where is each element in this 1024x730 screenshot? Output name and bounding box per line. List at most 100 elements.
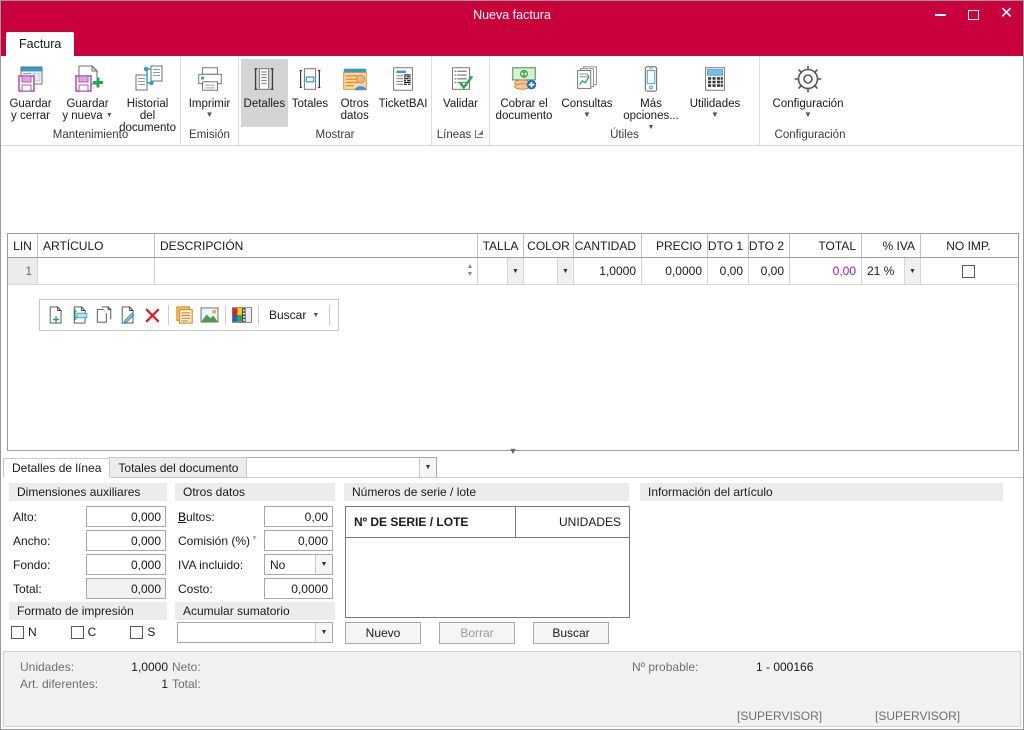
tab-detalles-de-linea[interactable]: Detalles de línea <box>3 458 111 478</box>
button-detalles[interactable]: Detalles <box>241 59 288 127</box>
fondo-value: 0,000 <box>130 557 161 572</box>
button-otros-datos[interactable]: Otros datos <box>332 59 377 127</box>
colors-icon[interactable] <box>230 302 254 328</box>
acumular-sumatorio-combo[interactable]: ▼ <box>177 622 333 643</box>
column-header-lin[interactable]: LIN <box>8 234 38 257</box>
column-header-articulo[interactable]: ARTÍCULO <box>38 234 155 257</box>
button-otros-datos-line2: datos <box>340 110 369 122</box>
column-header-cantidad[interactable]: CANTIDAD <box>574 234 642 257</box>
button-utilidades[interactable]: Utilidades ▼ <box>684 59 746 127</box>
button-validar[interactable]: Validar <box>434 59 487 127</box>
cell-iva-value: 21 % <box>867 264 895 278</box>
panel-dimensiones-title: Dimensiones auxiliares <box>9 483 167 501</box>
checkbox-c-box[interactable] <box>70 625 84 639</box>
buscar-serie-button[interactable]: Buscar <box>533 622 609 644</box>
column-header-dto1[interactable]: DTO 1 <box>708 234 749 257</box>
button-guardar-y-cerrar-line2: y cerrar <box>11 110 51 122</box>
button-cobrar-el-documento[interactable]: Cobrar el documento <box>492 59 556 127</box>
column-header-iva[interactable]: % IVA <box>862 234 921 257</box>
iva-incluido-combo[interactable]: No ▼ <box>264 554 333 575</box>
chevron-down-icon[interactable]: ▼ <box>557 258 573 284</box>
chevron-down-icon[interactable]: ▼ <box>711 111 719 119</box>
button-consultas[interactable]: Consultas ▼ <box>556 59 618 127</box>
column-header-no-imp[interactable]: NO IMP. <box>921 234 1016 257</box>
costo-value: 0,0000 <box>291 581 328 596</box>
printer-icon <box>195 62 225 96</box>
tab-totales-del-documento[interactable]: Totales del documento <box>109 457 248 477</box>
duplicate-line-icon[interactable] <box>92 302 116 328</box>
checkbox-s[interactable]: S <box>130 625 155 639</box>
tab-factura[interactable]: Factura <box>6 32 75 56</box>
chevron-down-icon[interactable]: ▼ <box>509 446 518 456</box>
buscar-split-button[interactable]: Buscar ▼ <box>263 303 325 327</box>
dialog-launcher-icon[interactable] <box>475 130 484 139</box>
edit-line-icon[interactable] <box>116 302 140 328</box>
button-ticketbai[interactable]: TicketBAI <box>377 59 429 127</box>
status-bar: Unidades: 1,0000 Neto: Art. diferentes: … <box>3 651 1021 727</box>
table-row[interactable]: 1 ▲ ▼ ▼ ▼ 1,0000 0,0000 0,00 0,00 0,00 21… <box>8 258 1018 285</box>
window-controls: ✕ <box>924 1 1023 32</box>
ribbon-group-mantenimiento: Guardar y cerrar Guardar y nueva ▼ Histo… <box>1 56 181 145</box>
bultos-input[interactable]: 0,00 <box>264 506 333 527</box>
ancho-input[interactable]: 0,000 <box>86 530 166 551</box>
cell-dto2[interactable]: 0,00 <box>749 258 790 284</box>
button-guardar-y-nueva[interactable]: Guardar y nueva ▼ <box>58 59 117 127</box>
insert-line-icon[interactable] <box>68 302 92 328</box>
label-bultos: BBultos:Bultos: <box>178 510 215 524</box>
queries-icon <box>572 62 602 96</box>
alto-input[interactable]: 0,000 <box>86 506 166 527</box>
column-header-n-serie-lote[interactable]: Nº DE SERIE / LOTE <box>346 507 516 537</box>
chevron-down-icon[interactable]: ▼ <box>507 258 523 284</box>
new-line-icon[interactable] <box>44 302 68 328</box>
chevron-down-icon[interactable]: ▼ <box>106 112 113 119</box>
cell-descripcion[interactable]: ▲ ▼ <box>155 258 478 284</box>
chevron-down-icon[interactable]: ▼ <box>583 111 591 119</box>
cell-cantidad[interactable]: 1,0000 <box>574 258 642 284</box>
cell-talla[interactable]: ▼ <box>478 258 524 284</box>
note-icon[interactable] <box>173 302 197 328</box>
column-header-unidades[interactable]: UNIDADES <box>516 507 629 537</box>
cell-dto1[interactable]: 0,00 <box>708 258 749 284</box>
tab-totales-del-documento-label: Totales del documento <box>118 460 239 475</box>
column-header-dto2[interactable]: DTO 2 <box>749 234 790 257</box>
costo-input[interactable]: 0,0000 <box>264 578 333 599</box>
button-historial-del-documento[interactable]: Historial del documento <box>117 59 178 134</box>
close-button[interactable]: ✕ <box>990 1 1023 29</box>
cell-precio[interactable]: 0,0000 <box>642 258 708 284</box>
cell-no-imp[interactable] <box>921 258 1016 284</box>
column-header-color[interactable]: COLOR <box>524 234 574 257</box>
checkbox-n-box[interactable] <box>11 625 24 639</box>
descripcion-spinner-icon[interactable]: ▲ ▼ <box>463 258 477 284</box>
comision-input[interactable]: 0,000 <box>264 530 333 551</box>
nuevo-button[interactable]: Nuevo <box>345 622 421 644</box>
button-guardar-y-cerrar[interactable]: Guardar y cerrar <box>3 59 58 127</box>
chevron-down-icon[interactable]: ▼ <box>904 258 920 284</box>
cell-color[interactable]: ▼ <box>524 258 574 284</box>
button-mas-opciones[interactable]: Más opciones... ▼ <box>618 59 684 134</box>
comision-chevron-down-icon[interactable]: ▼ <box>251 535 258 542</box>
column-header-total[interactable]: TOTAL <box>790 234 862 257</box>
title-bar: Nueva factura ✕ <box>1 1 1023 32</box>
button-totales[interactable]: Totales <box>288 59 333 127</box>
button-imprimir[interactable]: Imprimir ▼ <box>183 59 236 127</box>
button-ticketbai-label: TicketBAI <box>378 98 428 110</box>
chevron-down-icon[interactable]: ▼ <box>312 312 319 319</box>
chevron-down-icon[interactable]: ▼ <box>804 111 812 119</box>
image-icon[interactable] <box>197 302 221 328</box>
cell-articulo[interactable] <box>38 258 155 284</box>
maximize-button[interactable] <box>957 1 990 29</box>
chevron-down-icon[interactable]: ▼ <box>206 111 214 119</box>
column-header-descripcion[interactable]: DESCRIPCIÓN <box>155 234 478 257</box>
save-close-icon <box>15 62 47 96</box>
column-header-precio[interactable]: PRECIO <box>642 234 708 257</box>
column-header-talla[interactable]: TALLA <box>478 234 524 257</box>
checkbox-s-box[interactable] <box>130 625 144 639</box>
delete-line-icon[interactable] <box>140 302 164 328</box>
cell-iva[interactable]: 21 % ▼ <box>862 258 921 284</box>
no-imp-checkbox[interactable] <box>962 264 975 278</box>
checkbox-c[interactable]: C <box>70 625 96 639</box>
minimize-button[interactable] <box>924 1 957 29</box>
button-configuracion[interactable]: Configuración ▼ <box>762 59 854 127</box>
checkbox-n[interactable]: N <box>11 625 37 639</box>
fondo-input[interactable]: 0,000 <box>86 554 166 575</box>
